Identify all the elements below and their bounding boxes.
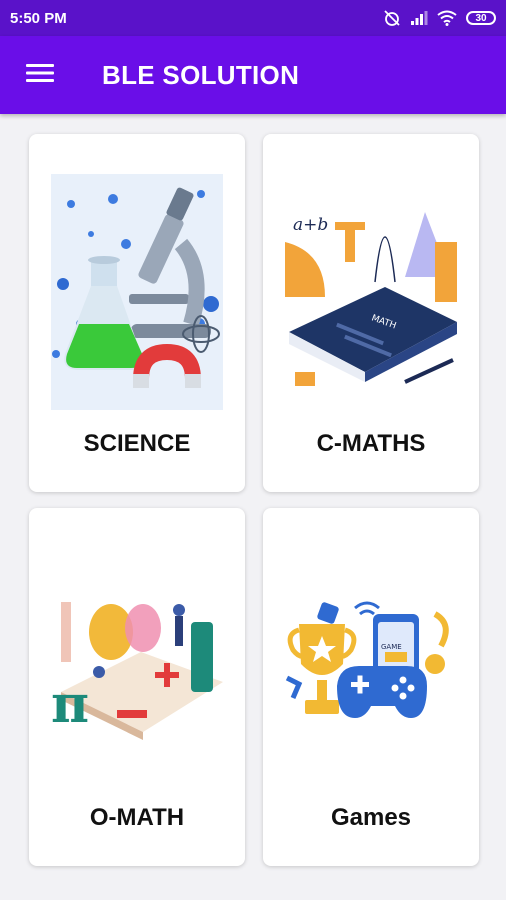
card-games[interactable]: GAME Games xyxy=(263,508,479,866)
card-label: SCIENCE xyxy=(83,430,191,457)
hamburger-icon xyxy=(26,62,54,89)
battery-icon: 30 xyxy=(466,11,496,25)
science-lab-icon xyxy=(51,174,223,410)
math-book-icon: a+b MATH xyxy=(285,182,457,392)
app-bar: BLE SOLUTION xyxy=(0,36,506,114)
svg-text:a+b: a+b xyxy=(293,215,328,235)
svg-text:π: π xyxy=(51,674,89,735)
menu-button[interactable] xyxy=(8,36,72,114)
card-science[interactable]: SCIENCE xyxy=(29,134,245,492)
category-grid: SCIENCE a+b MATH C-MATHS π O-MATH GAME G… xyxy=(0,114,506,900)
card-c-maths[interactable]: a+b MATH C-MATHS xyxy=(263,134,479,492)
card-label: C-MATHS xyxy=(316,430,426,457)
bottom-spacer xyxy=(0,884,506,900)
wifi-icon xyxy=(437,10,457,26)
card-label: O-MATH xyxy=(89,804,185,831)
signal-icon xyxy=(410,10,428,26)
app-title: BLE SOLUTION xyxy=(102,59,300,90)
games-trophy-icon: GAME xyxy=(285,594,457,734)
alarm-off-icon xyxy=(383,9,401,27)
svg-text:GAME: GAME xyxy=(381,643,402,651)
status-icons: 30 xyxy=(383,9,496,27)
card-label: Games xyxy=(330,804,412,831)
geometry-math-icon: π xyxy=(51,592,223,742)
status-time: 5:50 PM xyxy=(10,9,67,27)
card-o-math[interactable]: π O-MATH xyxy=(29,508,245,866)
status-bar: 5:50 PM 30 xyxy=(0,0,506,36)
